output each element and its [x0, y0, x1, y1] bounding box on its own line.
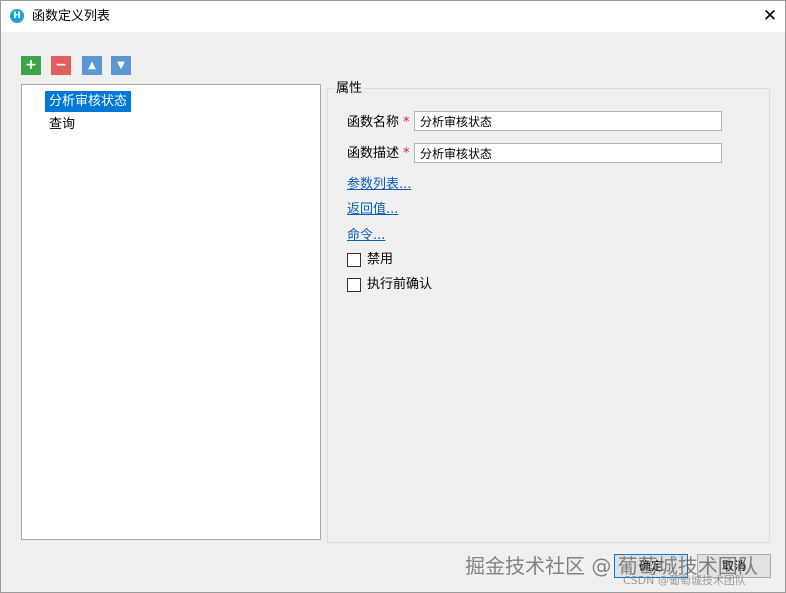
function-name-input[interactable] [414, 111, 722, 131]
disabled-checkbox-label: 禁用 [367, 252, 394, 267]
function-name-label: 函数名称 * [347, 114, 410, 131]
disabled-checkbox[interactable] [347, 253, 361, 267]
remove-function-button[interactable]: − [51, 56, 71, 75]
move-down-button[interactable]: ▼ [111, 56, 131, 75]
watermark-subtext: CSDN @葡萄城技术团队 [623, 574, 746, 587]
function-desc-label-text: 函数描述 [347, 146, 400, 161]
move-up-button[interactable]: ▲ [82, 56, 102, 75]
tree-item-analysis-status[interactable]: 分析审核状态 [45, 91, 132, 112]
return-value-link[interactable]: 返回值... [347, 201, 398, 218]
required-mark: * [403, 115, 410, 130]
confirm-checkbox-label: 执行前确认 [367, 277, 433, 292]
app-logo-icon: H [10, 9, 24, 23]
function-desc-input[interactable] [414, 143, 722, 163]
properties-group-label: 属性 [334, 81, 365, 96]
command-link[interactable]: 命令... [347, 227, 385, 244]
parameter-list-link[interactable]: 参数列表... [347, 176, 411, 193]
window-title: 函数定义列表 [32, 9, 111, 24]
required-mark: * [403, 146, 410, 161]
confirm-before-exec-checkbox[interactable] [347, 278, 361, 292]
tree-item-query[interactable]: 查询 [45, 114, 79, 135]
close-icon[interactable]: ✕ [757, 4, 783, 28]
title-bar: H 函数定义列表 ✕ [1, 1, 785, 32]
function-name-label-text: 函数名称 [347, 115, 400, 130]
function-desc-label: 函数描述 * [347, 145, 410, 162]
function-tree[interactable]: 分析审核状态 查询 [21, 84, 321, 540]
add-function-button[interactable]: + [21, 56, 41, 75]
